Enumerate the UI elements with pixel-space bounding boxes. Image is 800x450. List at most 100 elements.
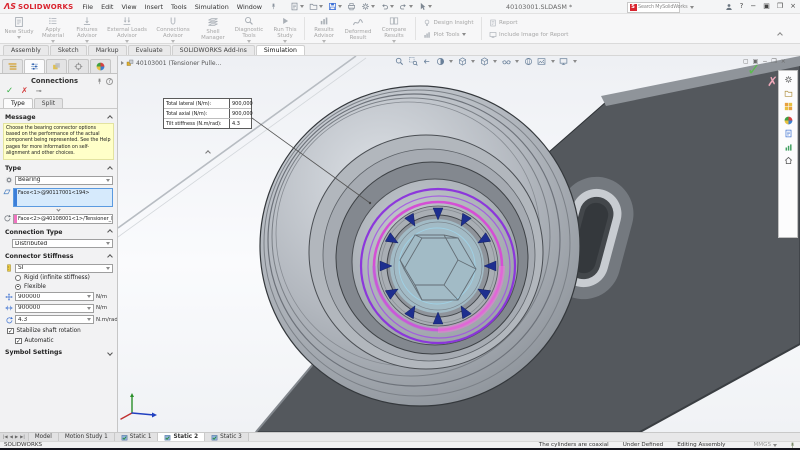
report-button[interactable]: Report: [489, 19, 569, 27]
ok-button[interactable]: ✓: [6, 87, 13, 95]
connections-advisor-button[interactable]: Connections Advisor: [150, 14, 196, 43]
task-pane-gear-icon[interactable]: [784, 75, 793, 84]
display-style-icon[interactable]: [480, 57, 489, 66]
menu-pin-icon[interactable]: [270, 3, 277, 10]
confirm-cancel-button[interactable]: ✗: [767, 75, 778, 90]
type-subtab[interactable]: Type: [3, 98, 33, 108]
callout-collapse-handle[interactable]: [206, 140, 210, 159]
open-icon[interactable]: [309, 2, 323, 11]
menu-edit[interactable]: Edit: [101, 3, 113, 11]
scroll-first-icon[interactable]: |◀: [3, 433, 8, 441]
display-style-caret[interactable]: [493, 60, 497, 63]
apply-material-button[interactable]: Apply Material: [36, 14, 70, 43]
automatic-checkbox[interactable]: ✓Automatic: [15, 338, 117, 345]
document-tab[interactable]: 40103001 (Tensioner Pulle...: [121, 59, 221, 67]
tab-evaluate[interactable]: Evaluate: [128, 45, 171, 56]
feature-manager-tab[interactable]: [2, 59, 23, 73]
appearances-icon[interactable]: [784, 116, 793, 125]
search-mysolidworks[interactable]: S Search MySolidWorks: [627, 2, 680, 13]
external-loads-advisor-button[interactable]: External Loads Advisor: [104, 14, 150, 43]
view-orientation-caret[interactable]: [471, 60, 475, 63]
menu-simulation[interactable]: Simulation: [195, 3, 229, 11]
bearing-bore[interactable]: [378, 206, 498, 326]
view-settings-icon[interactable]: [559, 57, 568, 66]
include-image-for-report-button[interactable]: Include Image for Report: [489, 31, 569, 39]
results-advisor-button[interactable]: Results Advisor: [307, 14, 341, 43]
run-this-study-button[interactable]: Run This Study: [268, 14, 302, 43]
view-orientation-icon[interactable]: [458, 57, 467, 66]
close-icon[interactable]: ×: [790, 1, 796, 12]
bearing-type-select[interactable]: Bearing: [15, 176, 113, 185]
connection-type-select[interactable]: Distributed: [12, 239, 113, 248]
undo-icon[interactable]: [380, 2, 394, 11]
deformed-result-button[interactable]: Deformed Result: [341, 14, 375, 43]
keep-visible-icon[interactable]: ⊸: [36, 87, 42, 95]
view-palette-icon[interactable]: [784, 102, 793, 111]
static-2-tab[interactable]: Static 2: [158, 433, 205, 441]
search-dropdown-caret[interactable]: [690, 6, 694, 9]
tab-assembly[interactable]: Assembly: [3, 45, 49, 56]
lateral-stiffness-input[interactable]: 900000: [15, 292, 94, 301]
shell-manager-button[interactable]: Shell Manager: [196, 14, 230, 43]
apply-scene-caret[interactable]: [551, 60, 555, 63]
help-icon[interactable]: ?: [740, 1, 744, 12]
design-library-icon[interactable]: [784, 89, 793, 98]
doc-restore-icon[interactable]: ❐: [771, 58, 776, 65]
menu-window[interactable]: Window: [237, 3, 262, 11]
stabilize-shaft-rotation-checkbox[interactable]: ✓Stabilize shaft rotation: [7, 328, 117, 335]
axial-stiffness-input[interactable]: 900000: [15, 304, 94, 313]
static-3-tab[interactable]: Static 3: [205, 433, 249, 441]
tab-simulation[interactable]: Simulation: [256, 45, 305, 56]
zoom-to-area-icon[interactable]: [409, 57, 418, 66]
panel-help-icon[interactable]: ?: [106, 78, 113, 85]
save-icon[interactable]: [328, 2, 342, 11]
home-icon[interactable]: [784, 156, 793, 165]
type-section-header[interactable]: Type: [0, 163, 117, 173]
units-select[interactable]: SI: [15, 264, 113, 273]
message-section-header[interactable]: Message: [0, 112, 117, 122]
compare-results-button[interactable]: Compare Results: [375, 14, 413, 43]
tab-markup[interactable]: Markup: [88, 45, 127, 56]
new-document-icon[interactable]: [290, 2, 304, 11]
connection-type-section-header[interactable]: Connection Type: [0, 227, 117, 237]
hide-show-items-icon[interactable]: [502, 57, 511, 66]
tilt-stiffness-input[interactable]: 4.3: [15, 315, 94, 324]
connector-stiffness-section-header[interactable]: Connector Stiffness: [0, 251, 117, 261]
scroll-next-icon[interactable]: ▶: [15, 433, 18, 441]
section-view-icon[interactable]: [436, 57, 445, 66]
tab-solidworks-add-ins[interactable]: SOLIDWORKS Add-Ins: [172, 45, 255, 56]
menu-tools[interactable]: Tools: [171, 3, 187, 11]
hide-show-caret[interactable]: [515, 60, 519, 63]
graphics-viewport[interactable]: 40103001 (Tensioner Pulle... ▢ ▣ −: [118, 56, 800, 432]
split-subtab[interactable]: Split: [34, 98, 63, 108]
menu-file[interactable]: File: [82, 3, 93, 11]
tab-sketch[interactable]: Sketch: [50, 45, 87, 56]
new-study-button[interactable]: New Study: [2, 14, 36, 43]
doc-close-icon[interactable]: ×: [781, 58, 786, 65]
dimxpert-manager-tab[interactable]: [68, 59, 89, 73]
display-manager-tab[interactable]: [90, 59, 111, 73]
confirm-ok-button[interactable]: ✓: [747, 60, 760, 79]
redo-icon[interactable]: [399, 2, 413, 11]
apply-scene-icon[interactable]: [537, 57, 546, 66]
custom-properties-icon[interactable]: [784, 129, 793, 138]
edit-appearance-icon[interactable]: [524, 57, 533, 66]
housing-face-selection-box[interactable]: Face<2>@40108001<1>/Tensioner_Pull: [13, 214, 113, 224]
fixtures-advisor-button[interactable]: Fixtures Advisor: [70, 14, 104, 43]
selection-list-resize[interactable]: [0, 208, 117, 211]
property-manager-tab[interactable]: [24, 59, 45, 73]
select-pointer-icon[interactable]: [418, 2, 432, 11]
layout-icon[interactable]: ▣: [763, 1, 770, 12]
rigid-radio[interactable]: Rigid (infinite stiffness): [15, 275, 117, 281]
options-gear-icon[interactable]: [361, 2, 375, 11]
units-caret[interactable]: [773, 444, 777, 447]
scroll-last-icon[interactable]: ▶|: [20, 433, 25, 441]
flexible-radio[interactable]: Flexible: [15, 284, 117, 290]
doc-minimize-icon[interactable]: −: [762, 58, 767, 65]
scroll-prev-icon[interactable]: ◀: [10, 433, 13, 441]
model-tab[interactable]: Model: [29, 433, 59, 441]
configuration-manager-tab[interactable]: [46, 59, 67, 73]
static-1-tab[interactable]: Static 1: [115, 433, 159, 441]
minimize-icon[interactable]: −: [750, 1, 756, 12]
restore-icon[interactable]: ❐: [777, 1, 783, 12]
